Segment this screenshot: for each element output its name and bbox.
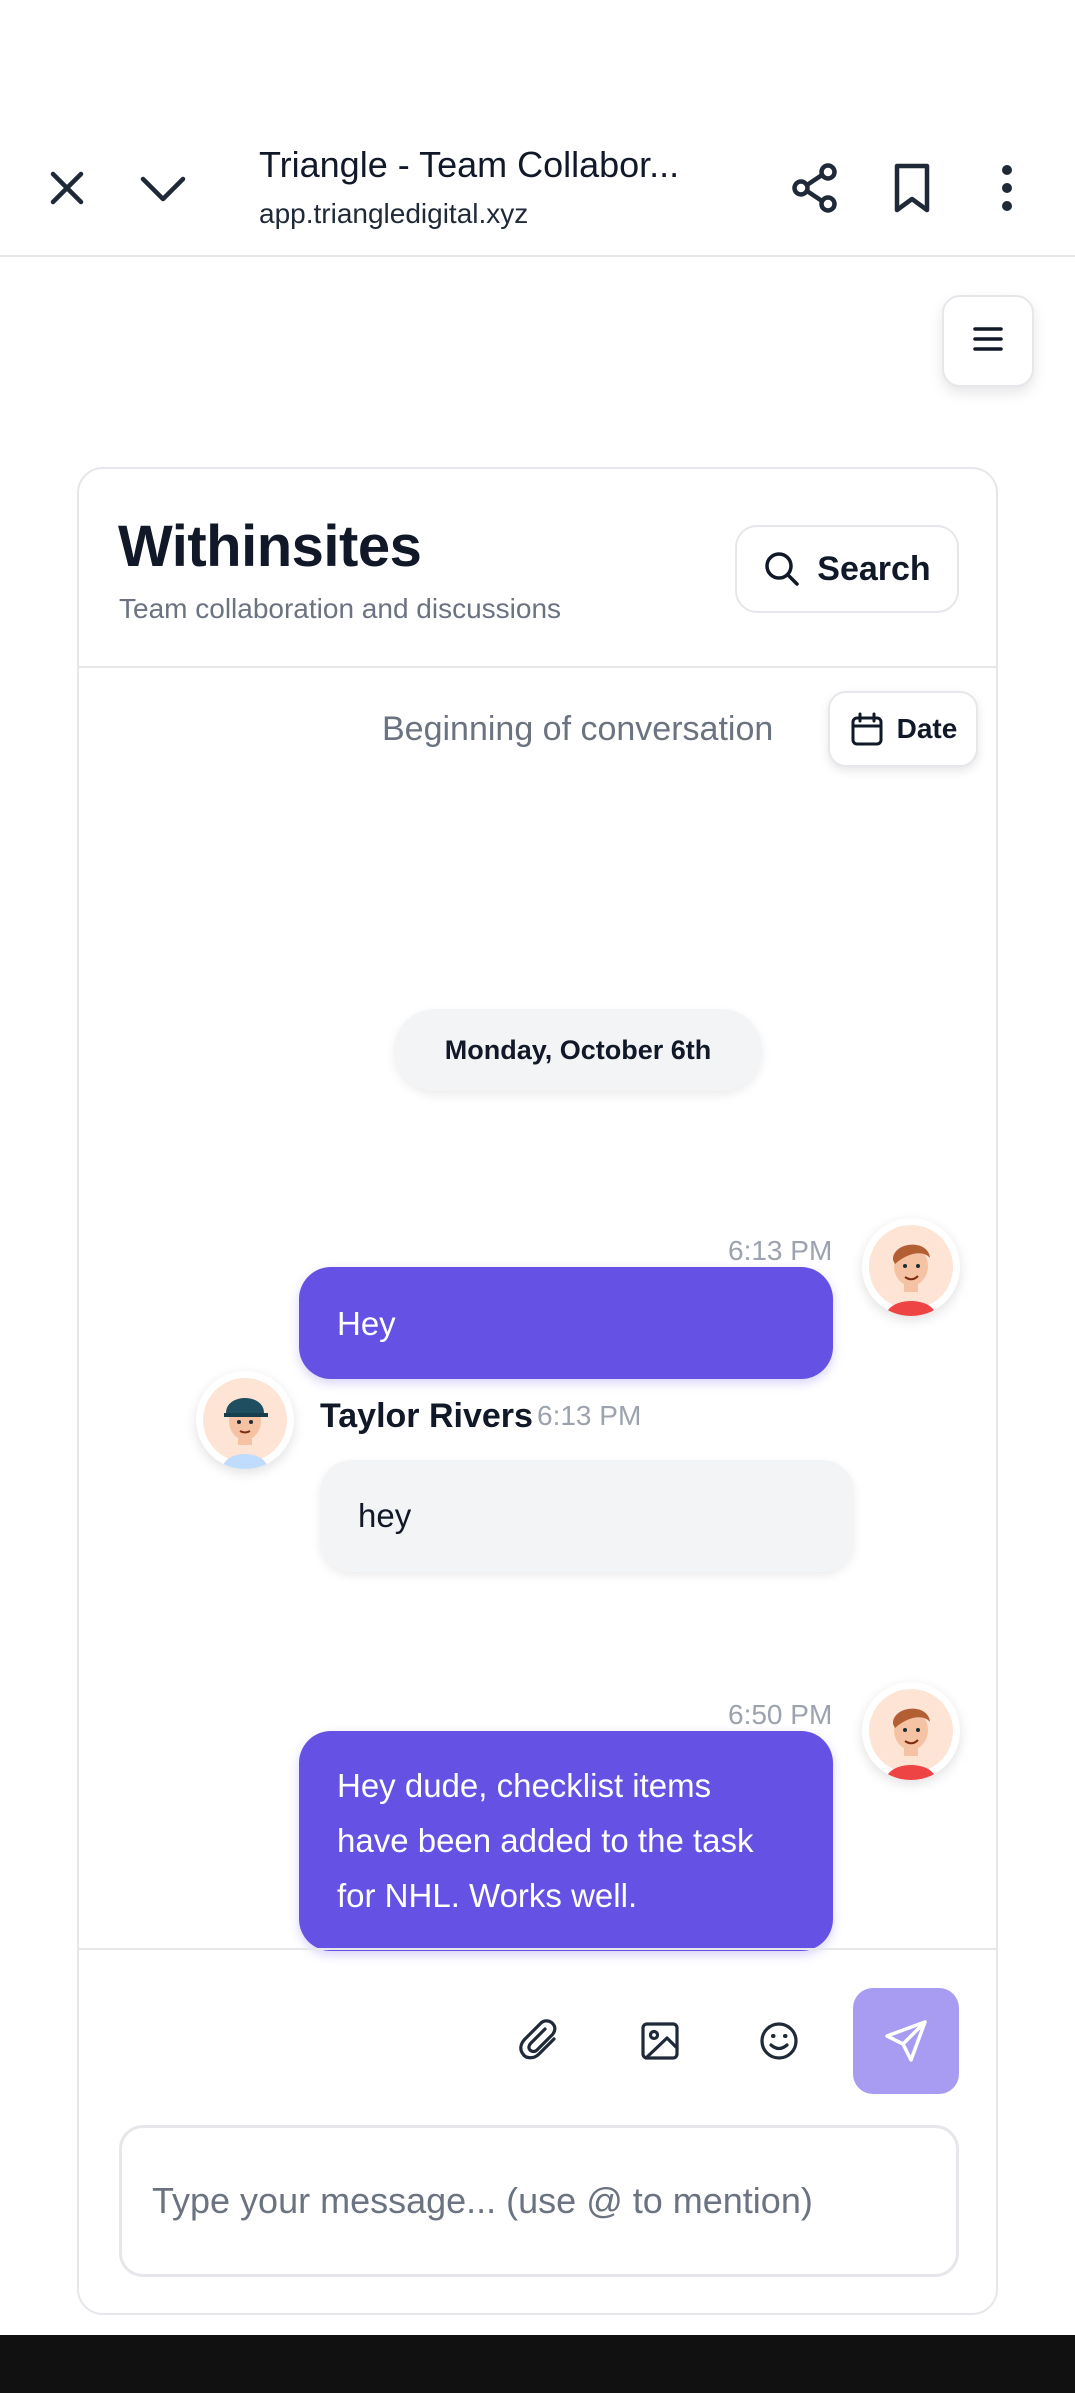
search-button[interactable]: Search: [735, 525, 959, 613]
message-time: 6:13 PM: [728, 1235, 833, 1266]
search-button-label: Search: [817, 549, 931, 588]
bookmark-icon[interactable]: [880, 156, 944, 220]
message-bubble-incoming: hey: [320, 1460, 854, 1572]
conversation-start-label: Beginning of conversation: [382, 710, 774, 748]
tab-url: app.triangledigital.xyz: [259, 198, 529, 229]
tab-title: Triangle - Team Collabor...: [259, 144, 680, 185]
avatar: [862, 1218, 960, 1316]
menu-button[interactable]: [942, 295, 1034, 387]
message-time: 6:13 PM: [537, 1400, 642, 1431]
browser-toolbar: Triangle - Team Collabor... app.triangle…: [0, 120, 1075, 257]
avatar: [862, 1682, 960, 1780]
chat-card: Withinsites Team collaboration and discu…: [77, 467, 998, 2315]
messages-list[interactable]: Beginning of conversation Date Monday, O…: [79, 670, 996, 1951]
send-button[interactable]: [853, 1988, 959, 2094]
hamburger-icon: [972, 325, 1004, 358]
emoji-icon[interactable]: [749, 2011, 809, 2071]
message-bubble-outgoing: Hey dude, checklist items have been adde…: [299, 1731, 833, 1951]
chevron-down-icon[interactable]: [131, 156, 195, 220]
image-icon[interactable]: [630, 2011, 690, 2071]
share-icon[interactable]: [783, 156, 847, 220]
system-navigation-bar: [0, 2335, 1075, 2393]
date-button-label: Date: [896, 713, 958, 744]
more-vert-icon[interactable]: [975, 156, 1039, 220]
close-icon[interactable]: [35, 156, 99, 220]
message-bubble-outgoing: Hey: [299, 1267, 833, 1379]
date-filter-button[interactable]: Date: [828, 691, 978, 767]
search-icon: [763, 550, 801, 588]
paperclip-icon[interactable]: [510, 2011, 570, 2071]
message-time: 6:50 PM: [728, 1699, 833, 1730]
avatar: [196, 1371, 294, 1469]
send-icon: [882, 2017, 930, 2065]
page-subtitle: Team collaboration and discussions: [119, 593, 562, 624]
chat-header: Withinsites Team collaboration and discu…: [79, 469, 996, 668]
composer: [79, 1948, 996, 2313]
page-title: Withinsites: [118, 514, 422, 579]
calendar-icon: [849, 711, 885, 747]
sender-name: Taylor Rivers: [320, 1397, 533, 1435]
message-input[interactable]: [119, 2125, 959, 2277]
day-separator: Monday, October 6th: [394, 1009, 762, 1091]
